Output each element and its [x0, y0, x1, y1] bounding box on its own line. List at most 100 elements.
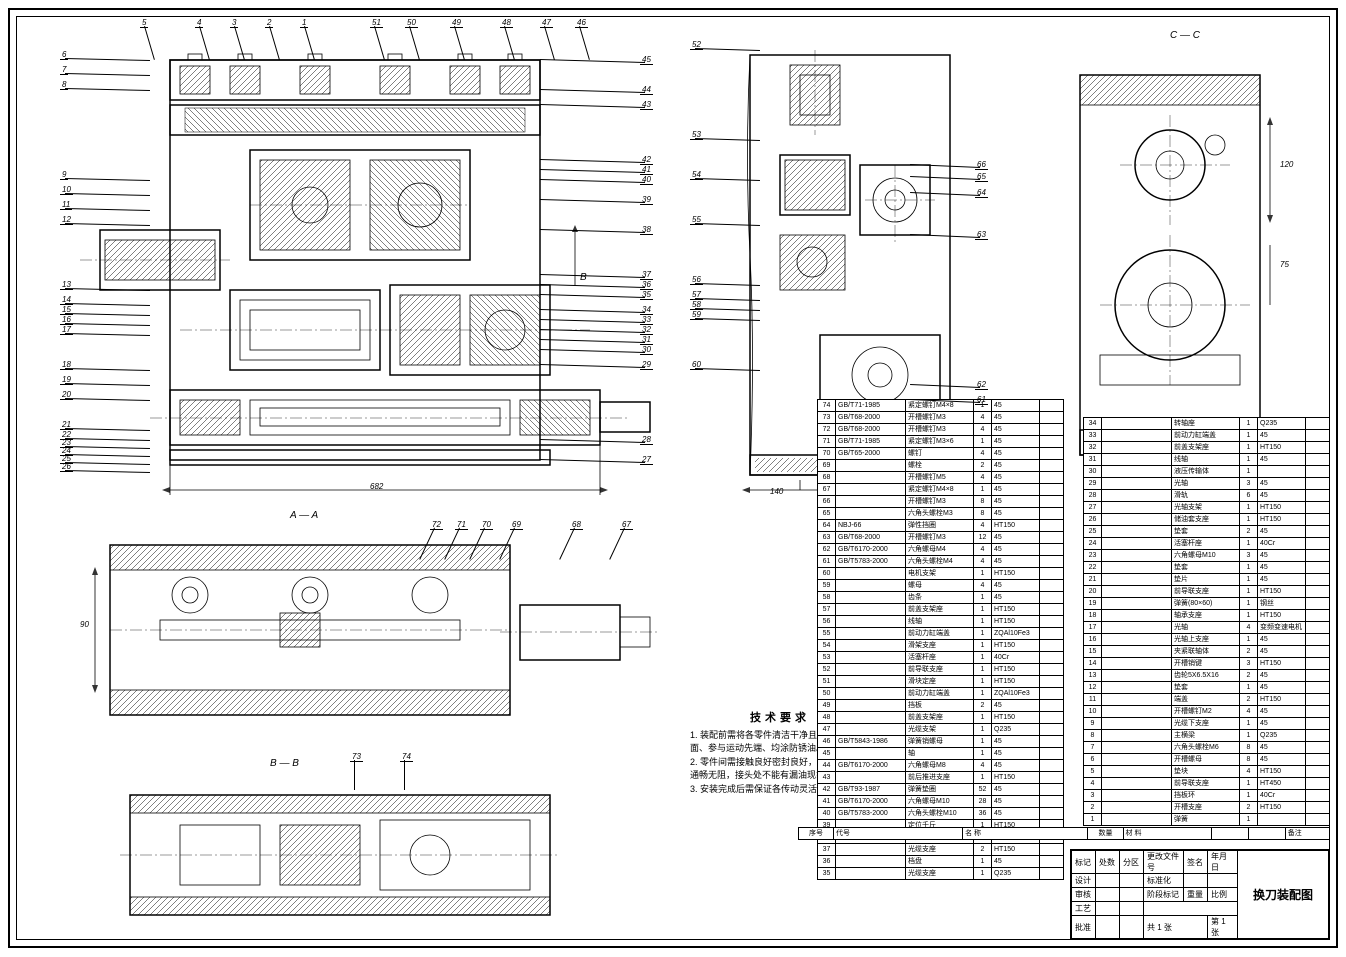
bom-row: 27光轴支架1HT150	[1084, 502, 1330, 514]
section-label-bb: B — B	[270, 758, 299, 769]
bom-row: 13齿轮5X6.5X16245	[1084, 670, 1330, 682]
dim-cc-h1: 120	[1280, 160, 1293, 169]
bom-row: 69螺栓245	[818, 460, 1064, 472]
bom-row: 12垫套145	[1084, 682, 1330, 694]
balloon-51: 51	[370, 18, 383, 27]
bb-view	[110, 775, 580, 935]
hdr-mat: 材 料	[1123, 828, 1212, 840]
bom-row: 72GB/T68-2000开槽螺钉M3445	[818, 424, 1064, 436]
hdr-qty: 数量	[1088, 828, 1123, 840]
bom-row: 17光轴4变频变速电机	[1084, 622, 1330, 634]
balloon-50: 50	[405, 18, 418, 27]
bom-row: 56线轴1HT150	[818, 616, 1064, 628]
bom-row: 64NBJ-66弹性挡圈4HT150	[818, 520, 1064, 532]
bom-row: 43前后推进支座1HT150	[818, 772, 1064, 784]
bom-row: 2开槽支座2HT150	[1084, 802, 1330, 814]
bom-row: 31线轴145	[1084, 454, 1330, 466]
bom-row: 66开槽螺钉M3845	[818, 496, 1064, 508]
bom-row: 68开槽螺钉M5445	[818, 472, 1064, 484]
bom-row: 14开槽销键3HT150	[1084, 658, 1330, 670]
bom-row: 8主横梁1Q235	[1084, 730, 1330, 742]
bom-row: 52前导联支座1HT150	[818, 664, 1064, 676]
bom-row: 71GB/T71-1985紧定螺钉M3×6145	[818, 436, 1064, 448]
bom-row: 33前动力缸端盖145	[1084, 430, 1330, 442]
balloon-49: 49	[450, 18, 463, 27]
bom-row: 19弹簧(80×60)1钢丝	[1084, 598, 1330, 610]
drawing-title: 换刀装配图	[1238, 851, 1329, 939]
bom-row: 7六角头螺栓M6845	[1084, 742, 1330, 754]
bom-row: 70GB/T65-2000螺钉445	[818, 448, 1064, 460]
bom-table-left: 74GB/T71-1985紧定螺钉M4×814573GB/T68-2000开槽螺…	[817, 399, 1064, 880]
balloon-73: 73	[350, 752, 363, 761]
bom-row: 50前动力缸端盖1ZQAl10Fe3	[818, 688, 1064, 700]
balloon-67: 67	[620, 520, 633, 529]
bom-row: 25垫套245	[1084, 526, 1330, 538]
bom-row: 23六角螺母M10345	[1084, 550, 1330, 562]
bom-row: 40GB/T5783-2000六角头螺栓M103645	[818, 808, 1064, 820]
bom-row: 60电机支架1HT150	[818, 568, 1064, 580]
bom-row: 16光轴上支座145	[1084, 634, 1330, 646]
bom-row: 6开槽螺母845	[1084, 754, 1330, 766]
balloon-71: 71	[455, 520, 468, 529]
bom-row: 55前动力缸端盖1ZQAl10Fe3	[818, 628, 1064, 640]
balloon-46: 46	[575, 18, 588, 27]
bom-row: 47光缆支架1Q235	[818, 724, 1064, 736]
balloon-70: 70	[480, 520, 493, 529]
bom-row: 24活塞杆座140Cr	[1084, 538, 1330, 550]
bom-row: 59螺母445	[818, 580, 1064, 592]
balloon-72: 72	[430, 520, 443, 529]
balloon-74: 74	[400, 752, 413, 761]
bom-row: 21垫片145	[1084, 574, 1330, 586]
drawing-sheet: B 682	[8, 8, 1338, 948]
bom-row: 28滑轨645	[1084, 490, 1330, 502]
dim-side-offset: 140	[770, 487, 783, 496]
bom-row: 58齿条145	[818, 592, 1064, 604]
bom-row: 5垫块4HT150	[1084, 766, 1330, 778]
dim-cc-h2: 75	[1280, 260, 1289, 269]
hdr-no: 序号	[799, 828, 834, 840]
bom-row: 3挡板环140Cr	[1084, 790, 1330, 802]
bom-header-row: 序号 代号 名 称 数量 材 料 备注	[798, 827, 1330, 840]
balloon-48: 48	[500, 18, 513, 27]
bom-row: 22垫套145	[1084, 562, 1330, 574]
bom-row: 54滑架支座1HT150	[818, 640, 1064, 652]
bom-row: 73GB/T68-2000开槽螺钉M3445	[818, 412, 1064, 424]
bom-row: 61GB/T5783-2000六角头螺栓M4445	[818, 556, 1064, 568]
bom-row: 57前盖支架座1HT150	[818, 604, 1064, 616]
bom-row: 63GB/T68-2000开槽螺钉M31245	[818, 532, 1064, 544]
hdr-name: 名 称	[963, 828, 1088, 840]
bom-row: 65六角头螺栓M3845	[818, 508, 1064, 520]
bom-row: 41GB/T6170-2000六角螺母M102845	[818, 796, 1064, 808]
bom-row: 62GB/T6170-2000六角螺母M4445	[818, 544, 1064, 556]
hdr-std: 代号	[834, 828, 963, 840]
bom-row: 15夹紧联轴体245	[1084, 646, 1330, 658]
section-label-aa: A — A	[290, 510, 318, 521]
bom-row: 36档盘145	[818, 856, 1064, 868]
bom-row: 37光缆支座2HT150	[818, 844, 1064, 856]
bom-row: 10开槽螺钉M2445	[1084, 706, 1330, 718]
balloon-68: 68	[570, 520, 583, 529]
bom-row: 30液压传输体1	[1084, 466, 1330, 478]
bom-row: 1弹簧1	[1084, 814, 1330, 826]
bom-table-right: 34转轴座1Q23533前动力缸端盖14532前盖支架座1HT15031线轴14…	[1083, 417, 1330, 826]
bom-row: 53活塞杆座140Cr	[818, 652, 1064, 664]
balloon-47: 47	[540, 18, 553, 27]
bom-row: 11端盖2HT150	[1084, 694, 1330, 706]
title-block: 标记 处数 分区 更改文件号 签名 年月日 换刀装配图 设计 标准化 审核 阶段…	[1070, 849, 1330, 940]
bom-row: 67紧定螺钉M4×8145	[818, 484, 1064, 496]
main-view: B	[50, 30, 670, 510]
dim-main-width: 682	[370, 482, 383, 491]
bom-row: 4前导联支座1HT450	[1084, 778, 1330, 790]
bom-row: 42GB/T93-1987弹簧垫圈5245	[818, 784, 1064, 796]
bom-row: 26储油套支座1HT150	[1084, 514, 1330, 526]
bom-row: 49挡板245	[818, 700, 1064, 712]
bom-row: 48前盖支架座1HT150	[818, 712, 1064, 724]
dim-aa-h: 90	[80, 620, 89, 629]
balloon-69: 69	[510, 520, 523, 529]
bom-row: 20前导联支座1HT150	[1084, 586, 1330, 598]
bom-row: 29光轴345	[1084, 478, 1330, 490]
bom-row: 46GB/T5843-1986弹簧销螺母145	[818, 736, 1064, 748]
aa-view	[80, 525, 670, 745]
section-label-cc: C — C	[1170, 30, 1200, 41]
bom-row: 51滑块定座1HT150	[818, 676, 1064, 688]
